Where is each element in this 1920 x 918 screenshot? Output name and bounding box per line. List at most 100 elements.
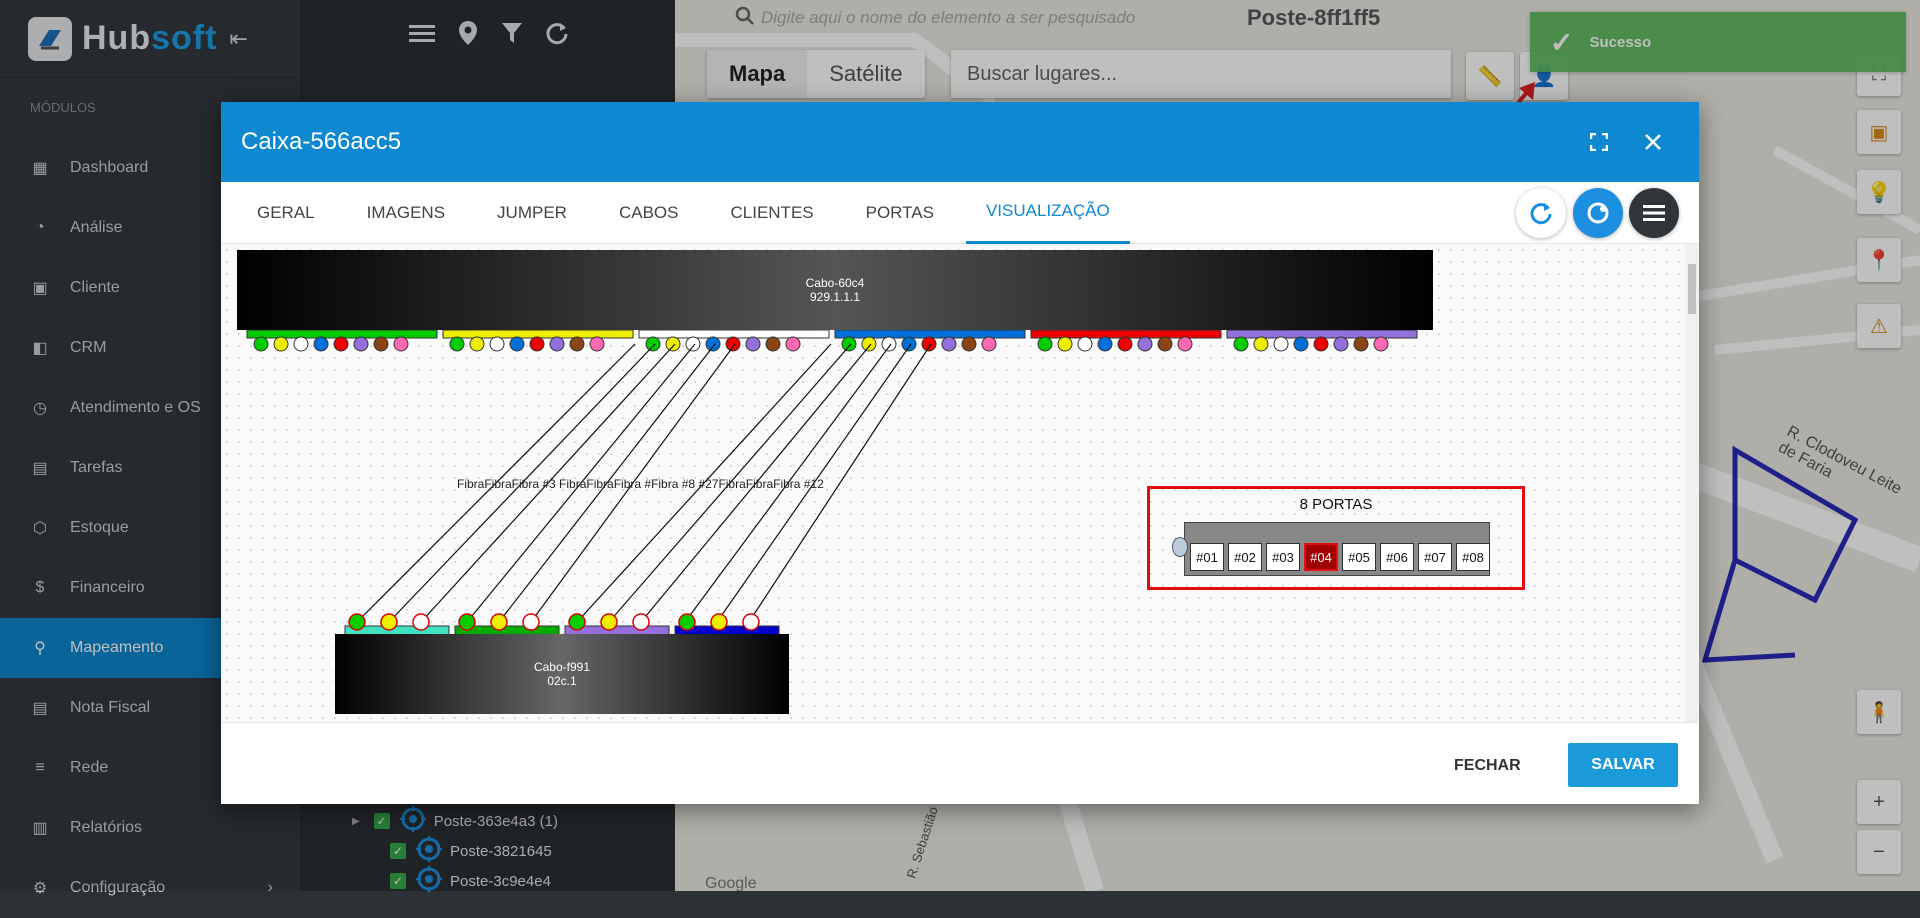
close-button[interactable]: FECHAR bbox=[1440, 745, 1535, 787]
splitter-port[interactable]: #05 bbox=[1342, 543, 1376, 571]
save-button[interactable]: SALVAR bbox=[1568, 743, 1678, 787]
fiber-dot bbox=[348, 613, 366, 631]
splitter-port[interactable]: #03 bbox=[1266, 543, 1300, 571]
sidebar-item-relat-rios[interactable]: ▥ Relatórios bbox=[0, 798, 301, 858]
logo-text: Hubsoft bbox=[82, 19, 218, 57]
tab-visualizacao[interactable]: VISUALIZAÇÃO bbox=[965, 182, 1130, 244]
fiber-dot bbox=[1273, 336, 1289, 352]
zoom-out-icon[interactable]: − bbox=[1857, 830, 1901, 874]
tab-portas[interactable]: PORTAS bbox=[846, 182, 954, 244]
filter-icon[interactable] bbox=[501, 21, 523, 50]
tab-imagens[interactable]: IMAGENS bbox=[347, 182, 465, 244]
checkbox-checked[interactable]: ✓ bbox=[373, 813, 390, 829]
splitter-port[interactable]: #07 bbox=[1418, 543, 1452, 571]
fiber-dot bbox=[273, 336, 289, 352]
fiber-dot bbox=[710, 613, 728, 631]
splitter-port[interactable]: #04 bbox=[1304, 543, 1338, 571]
crm-board-icon: ◧ bbox=[32, 340, 48, 357]
bottom-cable[interactable]: Cabo-f991 02c.1 bbox=[335, 634, 789, 714]
refresh-icon[interactable] bbox=[545, 21, 569, 50]
sidebar-item-label: Rede bbox=[70, 759, 109, 776]
lightbulb-icon[interactable]: 💡 bbox=[1857, 170, 1901, 214]
box-icon: ⬡ bbox=[33, 520, 47, 537]
collapse-sidebar-icon[interactable]: ⇤ bbox=[229, 26, 247, 52]
fiber-dot bbox=[1313, 336, 1329, 352]
calendar-clock-icon: ◷ bbox=[33, 400, 47, 417]
menu-icon[interactable] bbox=[1629, 188, 1679, 238]
splitter-port[interactable]: #01 bbox=[1190, 543, 1224, 571]
alert-icon[interactable]: ⚠ bbox=[1857, 304, 1901, 348]
fiber-dot bbox=[333, 336, 349, 352]
fiber-dot bbox=[1117, 336, 1133, 352]
fiber-dot bbox=[841, 336, 857, 352]
element-search-input[interactable]: Digite aqui o nome do elemento a ser pes… bbox=[761, 8, 1135, 28]
tree-row-label: Poste-3821645 bbox=[450, 842, 552, 860]
fiber-dot bbox=[600, 613, 618, 631]
fiber-dot bbox=[522, 613, 540, 631]
zoom-in-icon[interactable]: + bbox=[1857, 780, 1901, 824]
dialog-header: Caixa-566acc5 bbox=[221, 102, 1699, 182]
splitter-port[interactable]: #08 bbox=[1456, 543, 1490, 571]
tab-geral[interactable]: GERAL bbox=[237, 182, 335, 244]
tab-cabos[interactable]: CABOS bbox=[599, 182, 699, 244]
scroll-thumb[interactable] bbox=[1688, 264, 1696, 314]
money-icon: $ bbox=[35, 579, 45, 596]
fiber-dot bbox=[921, 336, 937, 352]
tree-row[interactable]: ✓ Poste-3821645 bbox=[376, 836, 552, 866]
pin-icon[interactable]: 📍 bbox=[1857, 238, 1901, 282]
sync-icon[interactable] bbox=[1573, 188, 1623, 238]
tree-toolbar bbox=[302, 0, 675, 70]
fiber-dot bbox=[449, 336, 465, 352]
sidebar-item-configura-o[interactable]: ⚙ Configuração › bbox=[0, 858, 301, 918]
fiber-dot bbox=[1177, 336, 1193, 352]
fiber-dot bbox=[765, 336, 781, 352]
fiber-dot bbox=[1057, 336, 1073, 352]
fiber-dot bbox=[1097, 336, 1113, 352]
fiber-dot bbox=[1293, 336, 1309, 352]
fiber-diagram-canvas[interactable]: Cabo-60c4 929.1.1.1 Cabo-f991 02c.1 Fibr… bbox=[221, 244, 1685, 722]
expand-arrow-icon[interactable]: ▶ bbox=[352, 816, 360, 827]
splitter-title: 8 PORTAS bbox=[1299, 496, 1373, 513]
sidebar-item-label: CRM bbox=[70, 339, 107, 356]
selected-element-title: Poste-8ff1ff5 bbox=[1247, 5, 1381, 30]
fiber-dot bbox=[1037, 336, 1053, 352]
splitter-ports: #01 #02 #03 #04 #05 #06 #07 #08 bbox=[1190, 543, 1490, 571]
top-cable-id: 929.1.1.1 bbox=[809, 290, 861, 304]
dashboard-icon: ▦ bbox=[32, 160, 48, 177]
fiber-dot bbox=[412, 613, 430, 631]
success-toast[interactable]: ✓ Sucesso bbox=[1530, 12, 1906, 72]
tab-jumper[interactable]: JUMPER bbox=[477, 182, 587, 244]
map-pin-icon: ⚲ bbox=[34, 640, 46, 657]
fiber-dot bbox=[373, 336, 389, 352]
layers-icon[interactable]: ▣ bbox=[1857, 110, 1901, 154]
reload-icon[interactable] bbox=[1516, 188, 1566, 238]
sidebar-item-label: Financeiro bbox=[70, 579, 145, 596]
splitter-input-port[interactable] bbox=[1172, 537, 1188, 557]
tree-row[interactable]: ▶ ✓ Poste-363e4a3 (1) bbox=[352, 806, 558, 836]
task-calendar-icon: ▤ bbox=[32, 460, 48, 477]
tree-row-label: Poste-3c9e4e4 bbox=[450, 872, 551, 890]
maximize-icon[interactable] bbox=[1581, 124, 1617, 160]
fiber-dot bbox=[941, 336, 957, 352]
menu-icon[interactable] bbox=[408, 23, 435, 48]
diagram-scrollbar[interactable] bbox=[1685, 244, 1699, 722]
top-cable[interactable]: Cabo-60c4 929.1.1.1 bbox=[237, 250, 1433, 330]
splitter-port[interactable]: #02 bbox=[1228, 543, 1262, 571]
close-icon[interactable] bbox=[1635, 124, 1671, 160]
map-type-map-button[interactable]: Mapa bbox=[707, 50, 808, 98]
fiber-dot bbox=[458, 613, 476, 631]
fiber-dot bbox=[253, 336, 269, 352]
toast-message: Sucesso bbox=[1589, 33, 1652, 51]
tab-clientes[interactable]: CLIENTES bbox=[710, 182, 833, 244]
places-search-input[interactable]: Buscar lugares... bbox=[951, 50, 1451, 98]
street-view-icon[interactable]: 🧍 bbox=[1857, 690, 1901, 734]
map-type-satellite-button[interactable]: Satélite bbox=[807, 50, 924, 98]
fiber-dot bbox=[961, 336, 977, 352]
checkbox-checked[interactable]: ✓ bbox=[390, 873, 406, 889]
splitter-port[interactable]: #06 bbox=[1380, 543, 1414, 571]
tree-row[interactable]: ✓ Poste-3c9e4e4 bbox=[376, 866, 551, 896]
fiber-dot bbox=[489, 336, 505, 352]
checkbox-checked[interactable]: ✓ bbox=[390, 843, 406, 859]
location-pin-icon[interactable] bbox=[457, 20, 479, 51]
dialog-footer: FECHAR SALVAR bbox=[221, 722, 1699, 804]
